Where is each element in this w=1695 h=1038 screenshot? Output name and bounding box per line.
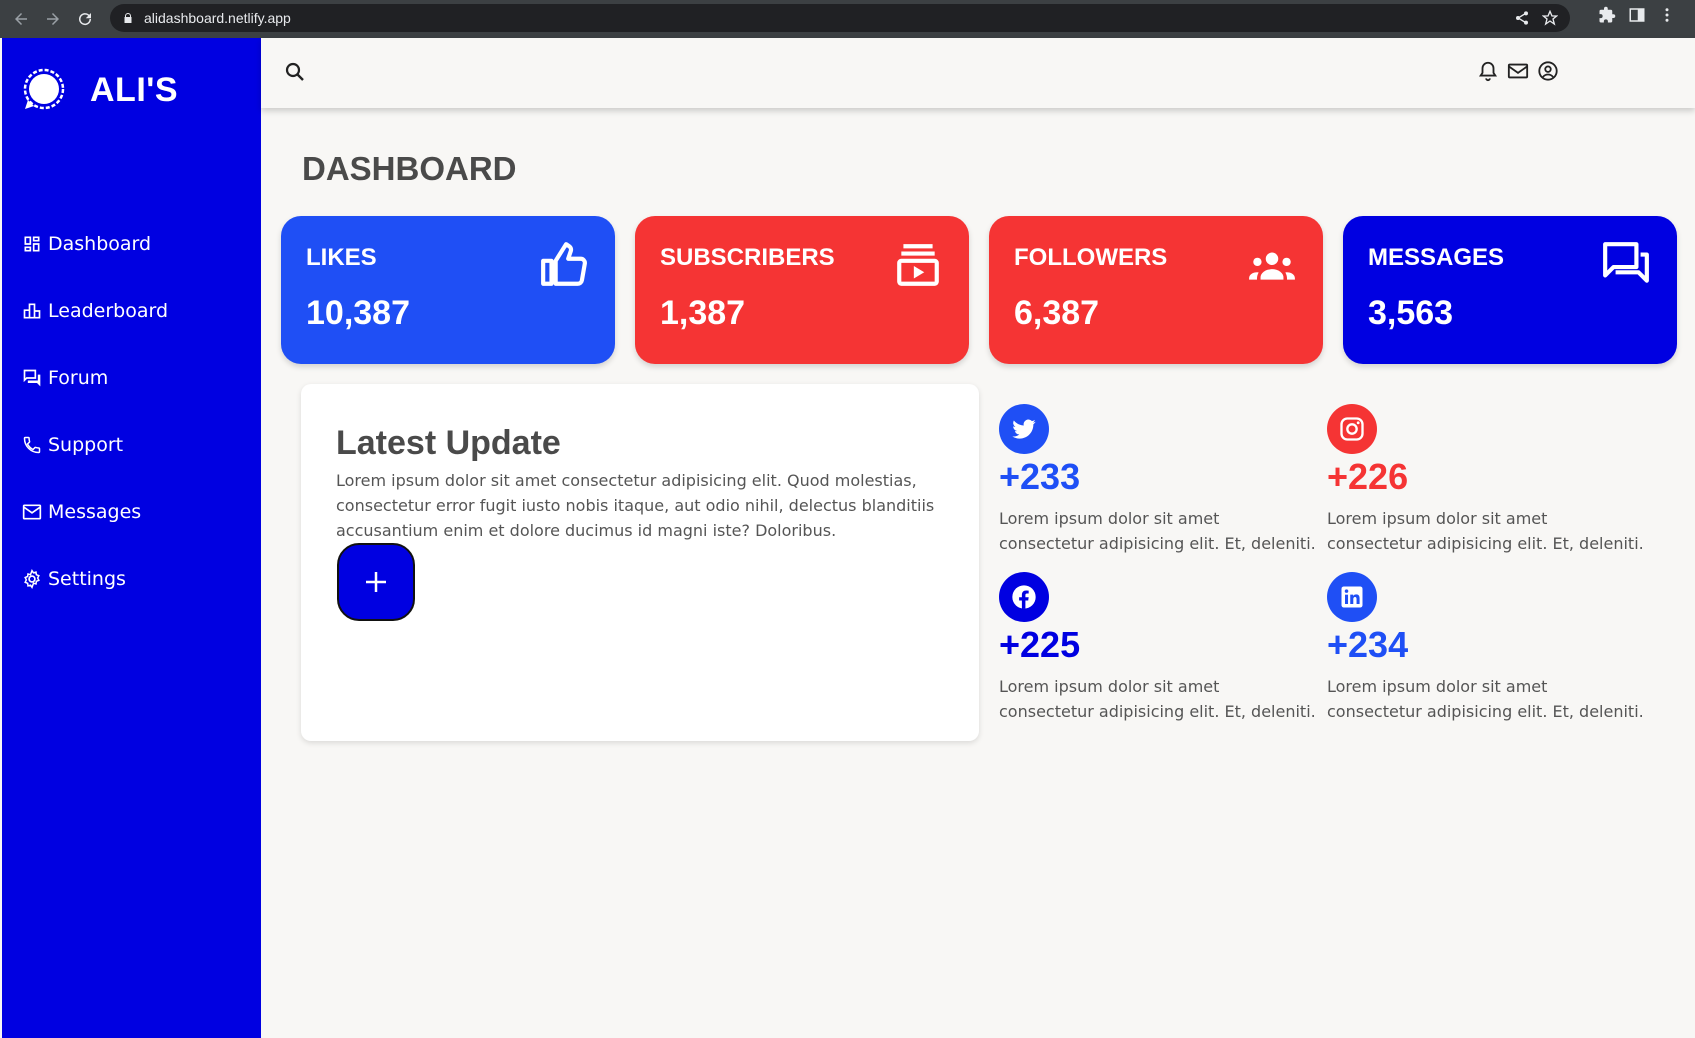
mail-icon[interactable]: [1507, 60, 1529, 82]
sidebar-item-support[interactable]: Support: [22, 411, 168, 478]
group-icon: [1247, 240, 1297, 290]
likes-card[interactable]: LIKES 10,387: [281, 216, 615, 364]
facebook-description: Lorem ipsum dolor sit amet consectetur a…: [999, 677, 1316, 721]
sidebar-nav: Dashboard Leaderboard Forum Support Mess…: [22, 210, 168, 612]
phone-icon: [23, 436, 41, 453]
topbar: [261, 38, 1695, 108]
reload-icon: [79, 13, 92, 26]
subscribers-card[interactable]: SUBSCRIBERS 1,387: [635, 216, 969, 364]
instagram-stat: +226 Lorem ipsum dolor sit amet consecte…: [1327, 404, 1647, 556]
twitter-count: +233: [999, 456, 1081, 497]
address-bar[interactable]: alidashboard.netlify.app: [110, 4, 1570, 32]
sidebar-item-label: Support: [48, 433, 124, 456]
sidebar: ALI'S Dashboard Leaderboard Forum Suppor…: [2, 38, 261, 1038]
twitter-stat: +233 Lorem ipsum dolor sit amet consecte…: [999, 404, 1319, 556]
add-button[interactable]: [337, 543, 415, 621]
reload-button[interactable]: [72, 6, 98, 32]
forum-icon: [23, 369, 41, 386]
card-value: 6,387: [1014, 294, 1100, 332]
star-icon[interactable]: [1542, 10, 1558, 26]
twitter-description: Lorem ipsum dolor sit amet consectetur a…: [999, 509, 1316, 553]
more-vert-icon[interactable]: [1658, 6, 1676, 24]
messages-card[interactable]: MESSAGES 3,563: [1343, 216, 1677, 364]
brand-logo[interactable]: ALI'S: [20, 66, 178, 114]
back-button[interactable]: [8, 6, 34, 32]
browser-toolbar: alidashboard.netlify.app: [0, 0, 1695, 38]
leaderboard-icon: [23, 303, 41, 318]
arrow-right-icon: [47, 13, 59, 25]
page-title: DASHBOARD: [302, 150, 517, 187]
dashboard-icon: [24, 236, 40, 251]
card-value: 3,563: [1368, 294, 1454, 332]
instagram-description: Lorem ipsum dolor sit amet consectetur a…: [1327, 509, 1644, 553]
linkedin-icon[interactable]: [1327, 572, 1377, 622]
arrow-left-icon: [15, 13, 27, 25]
share-icon[interactable]: [1514, 10, 1530, 26]
sidebar-item-dashboard[interactable]: Dashboard: [22, 210, 168, 277]
card-value: 1,387: [660, 294, 746, 332]
card-label: FOLLOWERS: [1014, 244, 1168, 271]
facebook-stat: +225 Lorem ipsum dolor sit amet consecte…: [999, 572, 1319, 724]
instagram-icon[interactable]: [1327, 404, 1377, 454]
latest-update-card: Latest Update Lorem ipsum dolor sit amet…: [301, 384, 979, 741]
card-label: LIKES: [306, 244, 377, 271]
linkedin-count: +234: [1327, 624, 1409, 665]
sidepanel-icon[interactable]: [1628, 6, 1646, 24]
subscriptions-icon: [893, 240, 943, 290]
plus-icon: [366, 572, 386, 592]
chat-icon: [1601, 240, 1651, 290]
extensions-icon[interactable]: [1598, 6, 1616, 24]
bell-icon[interactable]: [1477, 60, 1499, 82]
card-value: 10,387: [306, 294, 410, 332]
linkedin-description: Lorem ipsum dolor sit amet consectetur a…: [1327, 677, 1644, 721]
twitter-icon[interactable]: [999, 404, 1049, 454]
sidebar-item-label: Leaderboard: [48, 299, 169, 322]
brand-name: ALI'S: [90, 70, 179, 109]
facebook-count: +225: [999, 624, 1081, 665]
facebook-icon[interactable]: [999, 572, 1049, 622]
sidebar-item-label: Forum: [48, 366, 109, 389]
mail-icon: [22, 504, 42, 519]
card-label: MESSAGES: [1368, 244, 1505, 271]
gear-icon: [24, 568, 40, 589]
sidebar-item-label: Dashboard: [48, 232, 152, 255]
card-label: SUBSCRIBERS: [660, 244, 835, 271]
sidebar-item-forum[interactable]: Forum: [22, 344, 168, 411]
sidebar-item-messages[interactable]: Messages: [22, 478, 168, 545]
linkedin-stat: +234 Lorem ipsum dolor sit amet consecte…: [1327, 572, 1647, 724]
sidebar-item-label: Settings: [48, 567, 126, 590]
lock-icon: [122, 9, 134, 28]
sidebar-item-label: Messages: [48, 500, 142, 523]
latest-update-text: Lorem ipsum dolor sit amet consectetur a…: [336, 471, 935, 540]
search-icon[interactable]: [283, 60, 307, 84]
thumbs-up-icon: [539, 240, 589, 290]
url-text[interactable]: alidashboard.netlify.app: [144, 10, 291, 26]
account-circle-icon[interactable]: [1537, 60, 1559, 82]
followers-card[interactable]: FOLLOWERS 6,387: [989, 216, 1323, 364]
sidebar-item-leaderboard[interactable]: Leaderboard: [22, 277, 168, 344]
sidebar-item-settings[interactable]: Settings: [22, 545, 168, 612]
forward-button[interactable]: [40, 6, 66, 32]
latest-update-title: Latest Update: [336, 424, 561, 462]
chat-bubble-logo-icon: [23, 68, 65, 110]
instagram-count: +226: [1327, 456, 1409, 497]
